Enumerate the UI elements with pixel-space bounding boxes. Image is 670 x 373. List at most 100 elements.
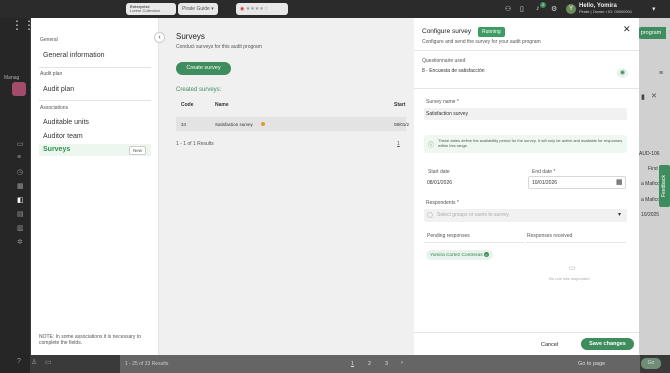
team-icon[interactable]: ⚇: [505, 5, 511, 13]
pagination-text: 1 - 1 of 1 Results: [176, 141, 214, 147]
divider: [424, 242, 524, 243]
bell-icon[interactable]: ♪: [536, 5, 540, 12]
program-button[interactable]: program: [636, 27, 666, 39]
questionnaire-value: 8 - Encuesta de satisfacción: [422, 68, 485, 74]
divider: [414, 88, 639, 89]
save-changes-button[interactable]: Save changes: [581, 338, 634, 350]
survey-icon[interactable]: ◧: [17, 196, 24, 204]
app-selector[interactable]: Pirate Guide ▾: [178, 3, 218, 15]
report-icon[interactable]: ▥: [17, 224, 24, 232]
create-survey-button[interactable]: Create survey: [176, 62, 231, 75]
pending-user-chip[interactable]: Yomira Cortez Contreras ×: [426, 250, 493, 260]
end-date-label: End date *: [532, 169, 556, 175]
remove-chip-icon[interactable]: ×: [483, 252, 489, 257]
delete-icon[interactable]: ▮: [641, 93, 645, 101]
bg-row-first: First: [648, 166, 658, 172]
close-icon[interactable]: ✕: [623, 24, 631, 35]
calendar-icon[interactable]: ▦: [616, 178, 623, 186]
start-date-field[interactable]: 08/01/2026: [425, 177, 525, 189]
column-header-start: Start: [394, 102, 406, 108]
divider: [414, 50, 639, 51]
survey-name-field[interactable]: Satisfaction survey: [424, 108, 627, 120]
survey-name-value: Satisfaction survey: [426, 111, 468, 117]
respondents-placeholder: Select groups or users to survey: [437, 212, 509, 218]
sidebar-item-auditable-units[interactable]: Auditable units: [43, 119, 89, 126]
new-badge: New: [128, 146, 146, 155]
respondents-label: Respondents *: [426, 200, 459, 206]
divider: [526, 242, 626, 243]
status-dot: [261, 122, 265, 126]
page-2[interactable]: 2: [368, 361, 371, 367]
divider: [39, 100, 151, 101]
bg-row-name-2: a Mafico: [641, 197, 660, 203]
start-date-value: 08/01/2026: [427, 180, 453, 186]
cancel-button[interactable]: Cancel: [541, 342, 558, 348]
gear-icon[interactable]: ⚙: [551, 5, 557, 13]
sidebar-item-auditor-team[interactable]: Auditor team: [43, 133, 83, 140]
next-page-icon[interactable]: ›: [401, 360, 403, 366]
modal-footer: Cancel Save changes: [414, 332, 639, 355]
page-title: Surveys: [176, 32, 205, 41]
bg-row-date: 10/2025: [641, 212, 660, 218]
chevron-down-icon[interactable]: ▾: [652, 5, 656, 13]
doc-icon[interactable]: ▤: [17, 210, 24, 218]
bg-results: 1 - 25 of 33 Results: [125, 361, 169, 367]
grid-icon[interactable]: ▦: [17, 182, 24, 190]
page-1[interactable]: 1: [351, 361, 354, 367]
section-associations: Associations: [40, 105, 69, 111]
page-number[interactable]: 1: [397, 141, 400, 147]
app-selector-label: Pirate Guide: [182, 6, 210, 12]
sidebar: General General information Audit plan A…: [31, 18, 159, 355]
empty-chat-icon: ▭: [569, 265, 576, 272]
chevron-down-icon: ▾: [618, 212, 622, 218]
chat-icon[interactable]: ▭: [45, 358, 52, 366]
clock-icon[interactable]: ◷: [17, 168, 23, 176]
sidebar-note: NOTE: In some associations it is necessa…: [39, 334, 141, 346]
monitor-icon[interactable]: ▭: [17, 140, 24, 148]
info-icon: ⓘ: [428, 143, 435, 149]
divider: [39, 67, 151, 68]
org-selector[interactable]: Enterprise Lorem Collection: [126, 3, 176, 15]
start-date-label: Start date: [428, 169, 450, 175]
org-sub: Lorem Collection: [130, 8, 161, 13]
table-row[interactable]: 34 Satisfaction survey 08/01/2: [176, 117, 409, 131]
chip-label: Yomira Cortez Contreras: [430, 253, 483, 258]
status-badge: Running: [478, 27, 505, 37]
target-icon: ◉: [240, 6, 245, 12]
manage-label: Manag: [4, 75, 20, 81]
user-icon[interactable]: ♙: [31, 358, 37, 366]
configure-survey-modal: Configure survey Running ✕ Configure and…: [414, 18, 639, 355]
info-text: These dates define the availability peri…: [438, 138, 623, 148]
feedback-tab[interactable]: Feedback: [659, 165, 670, 207]
sidebar-item-audit-plan[interactable]: Audit plan: [43, 86, 74, 93]
settings-icon[interactable]: ✲: [17, 238, 23, 246]
empty-received-text: No one has responded: [549, 276, 590, 281]
section-general: General: [40, 37, 58, 43]
app-rail: [0, 0, 30, 373]
user-sub: Pirate | Owner • ID: 00000001: [579, 9, 633, 14]
page-subtitle: Conduct surveys for this audit program: [176, 44, 262, 50]
program-avatar[interactable]: [12, 82, 26, 96]
go-button[interactable]: Go: [641, 358, 661, 369]
section-audit-plan: Audit plan: [40, 71, 63, 77]
close-icon[interactable]: ✕: [651, 92, 657, 100]
menu-icon[interactable]: ≡: [659, 70, 663, 77]
book-icon[interactable]: ▯: [520, 5, 524, 13]
sidebar-item-surveys[interactable]: Surveys: [43, 146, 70, 153]
list-icon[interactable]: ≡: [17, 154, 21, 161]
end-date-field[interactable]: 10/01/2026 ▦: [528, 176, 626, 189]
rating-chip[interactable]: ◉ ★★★★☆: [236, 3, 288, 15]
sidebar-item-general-information[interactable]: General information: [43, 52, 104, 59]
notification-count: 2: [540, 2, 546, 8]
surveys-panel: Surveys Conduct surveys for this audit p…: [159, 18, 414, 355]
avatar[interactable]: Y: [566, 4, 576, 14]
help-icon[interactable]: ?: [17, 358, 21, 365]
modal-subtitle: Configure and send the survey for your a…: [422, 39, 541, 45]
collapse-sidebar-button[interactable]: ‹: [154, 32, 165, 43]
respondents-select[interactable]: Select groups or users to survey ▾: [424, 209, 627, 222]
bg-row-code: AUD-106: [639, 151, 660, 157]
eye-icon[interactable]: ◉: [617, 68, 628, 78]
row-name: Satisfaction survey: [215, 122, 253, 127]
page-3[interactable]: 3: [385, 361, 388, 367]
user-greeting[interactable]: Hello, Yomira Pirate | Owner • ID: 00000…: [579, 3, 632, 14]
